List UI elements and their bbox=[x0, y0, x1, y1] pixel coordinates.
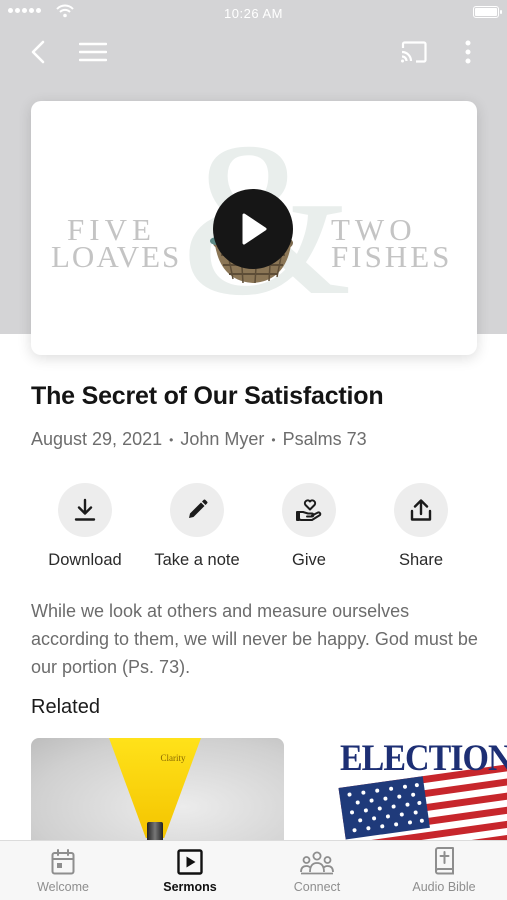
share-icon bbox=[410, 499, 432, 521]
meta-separator: • bbox=[169, 432, 174, 447]
tab-sermons[interactable]: Sermons bbox=[127, 841, 253, 900]
tab-welcome[interactable]: Welcome bbox=[0, 841, 126, 900]
tab-audio-bible[interactable]: Audio Bible bbox=[381, 841, 507, 900]
hamburger-menu-icon bbox=[79, 42, 107, 62]
give-label: Give bbox=[292, 551, 326, 569]
related-artwork-text: Clarity bbox=[160, 753, 186, 763]
tab-label: Welcome bbox=[37, 880, 89, 894]
cast-button[interactable] bbox=[396, 34, 432, 70]
give-circle[interactable] bbox=[282, 483, 336, 537]
sermon-meta: August 29, 2021 • John Myer • Psalms 73 bbox=[31, 429, 367, 450]
bottom-tab-bar: Welcome Sermons Connect Audio Bible bbox=[0, 840, 507, 900]
play-button[interactable] bbox=[213, 189, 293, 269]
download-circle[interactable] bbox=[58, 483, 112, 537]
calendar-icon bbox=[51, 849, 75, 875]
sermon-date: August 29, 2021 bbox=[31, 429, 163, 449]
download-button[interactable]: Download bbox=[25, 483, 145, 570]
related-artwork-text: ELECTION 20 bbox=[340, 738, 507, 779]
sermon-media-card[interactable]: & FIVE LOAVES TWO FISHES bbox=[31, 101, 477, 355]
tab-label: Connect bbox=[293, 880, 341, 894]
artwork-word: LOAVES bbox=[51, 239, 182, 274]
artwork-word: FISHES bbox=[331, 239, 453, 274]
sermon-passage[interactable]: Psalms 73 bbox=[283, 429, 367, 450]
tab-connect[interactable]: Connect bbox=[254, 841, 380, 900]
download-icon bbox=[74, 498, 96, 521]
related-heading: Related bbox=[31, 696, 100, 718]
share-label: Share bbox=[398, 551, 444, 569]
pencil-icon bbox=[189, 499, 208, 518]
related-item-card[interactable]: ELECTION 20 bbox=[312, 738, 507, 853]
related-item-card[interactable]: Clarity bbox=[31, 738, 284, 853]
back-button[interactable] bbox=[20, 34, 56, 70]
sermon-speaker[interactable]: John Myer bbox=[180, 429, 264, 450]
sermon-description: While we look at others and measure ours… bbox=[31, 601, 478, 677]
take-a-note-button[interactable]: Take a note bbox=[137, 483, 257, 570]
status-bar: 10:26 AM bbox=[0, 0, 507, 26]
play-square-icon bbox=[177, 849, 203, 875]
take-a-note-label: Take a note bbox=[154, 551, 240, 569]
give-heart-hand-icon bbox=[296, 499, 322, 521]
more-vertical-icon bbox=[465, 40, 471, 64]
bible-icon bbox=[434, 847, 454, 875]
status-time: 10:26 AM bbox=[224, 6, 283, 21]
take-a-note-circle[interactable] bbox=[170, 483, 224, 537]
chevron-left-icon bbox=[31, 40, 45, 64]
cast-icon bbox=[401, 41, 427, 63]
tab-label: Sermons bbox=[163, 880, 217, 894]
battery-icon bbox=[473, 6, 502, 18]
menu-button[interactable] bbox=[75, 34, 111, 70]
more-options-button[interactable] bbox=[450, 34, 486, 70]
share-button[interactable]: Share bbox=[361, 483, 481, 570]
share-circle[interactable] bbox=[394, 483, 448, 537]
sermon-title: The Secret of Our Satisfaction bbox=[31, 382, 384, 410]
people-icon bbox=[300, 851, 334, 875]
tab-label: Audio Bible bbox=[412, 880, 476, 894]
play-icon bbox=[242, 213, 267, 245]
meta-separator: • bbox=[271, 432, 276, 447]
download-label: Download bbox=[48, 551, 122, 569]
give-button[interactable]: Give bbox=[249, 483, 369, 570]
